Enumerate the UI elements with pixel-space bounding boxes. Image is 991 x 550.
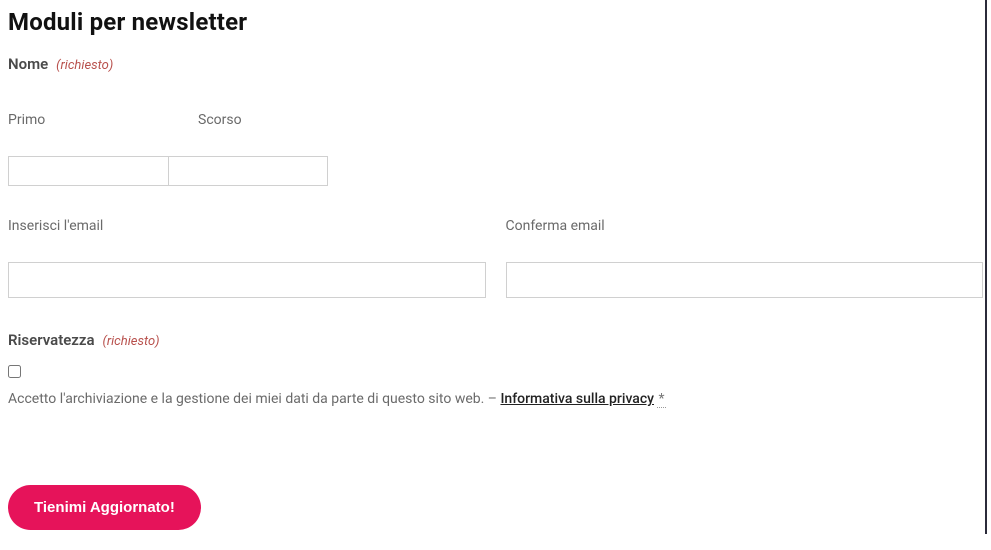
privacy-required: (richiesto) xyxy=(103,334,160,349)
privacy-consent-block: Accetto l'archiviazione e la gestione de… xyxy=(8,365,983,407)
email-confirm-input[interactable] xyxy=(506,262,984,298)
email-enter-col: Inserisci l'email xyxy=(8,218,486,298)
last-name-input[interactable] xyxy=(168,156,328,186)
name-sublabels: Primo Scorso xyxy=(8,109,983,128)
submit-wrap: Tienimi Aggiornato! xyxy=(8,485,983,530)
privacy-policy-link[interactable]: Informativa sulla privacy xyxy=(500,391,654,407)
privacy-consent-line: Accetto l'archiviazione e la gestione de… xyxy=(8,391,666,408)
first-name-sublabel: Primo xyxy=(8,112,45,128)
name-label: Nome xyxy=(8,55,48,73)
privacy-checkbox[interactable] xyxy=(8,365,21,378)
name-required: (richiesto) xyxy=(56,58,113,73)
content-right-border xyxy=(985,0,987,534)
email-confirm-label: Conferma email xyxy=(506,218,984,234)
privacy-field-group: Riservatezza (richiesto) Accetto l'archi… xyxy=(8,330,983,407)
email-confirm-col: Conferma email xyxy=(506,218,984,298)
form-heading: Moduli per newsletter xyxy=(8,8,983,36)
email-field-group: Inserisci l'email Conferma email xyxy=(8,218,983,298)
email-enter-label: Inserisci l'email xyxy=(8,218,486,234)
privacy-label: Riservatezza xyxy=(8,331,95,349)
required-asterisk: * xyxy=(657,391,665,408)
email-enter-input[interactable] xyxy=(8,262,486,298)
name-inputs xyxy=(8,156,983,186)
privacy-consent-text: Accetto l'archiviazione e la gestione de… xyxy=(8,391,484,407)
first-name-input[interactable] xyxy=(8,156,168,186)
submit-button[interactable]: Tienimi Aggiornato! xyxy=(8,485,201,530)
name-field-group: Nome (richiesto) Primo Scorso xyxy=(8,54,983,186)
privacy-separator: – xyxy=(484,391,500,407)
last-name-sublabel: Scorso xyxy=(198,112,242,128)
